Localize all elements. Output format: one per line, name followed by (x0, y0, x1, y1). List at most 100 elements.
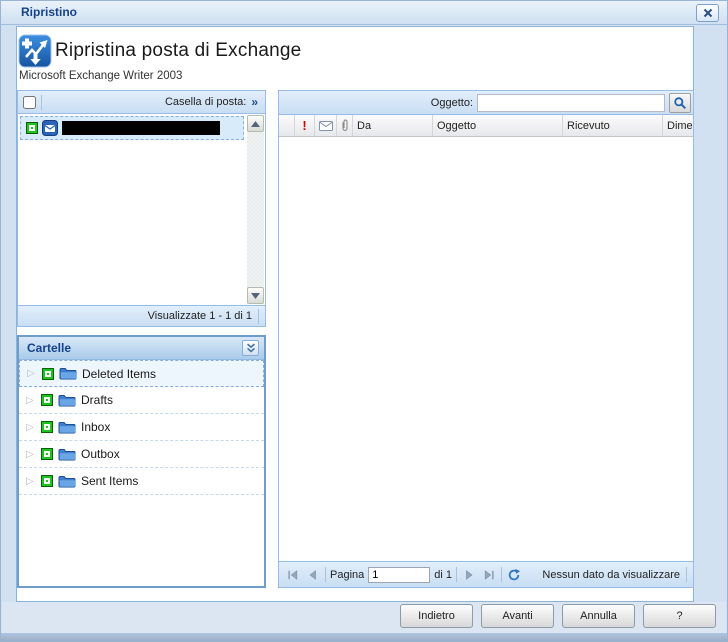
include-check-icon[interactable] (41, 448, 53, 460)
last-page-icon (483, 569, 495, 581)
folder-row-inbox[interactable]: ▷ Inbox (19, 414, 264, 441)
include-check-icon[interactable] (41, 475, 53, 487)
messages-panel: Oggetto: ! (278, 90, 694, 588)
folder-row-deleted-items[interactable]: ▷ Deleted Items (19, 360, 264, 387)
refresh-button[interactable] (506, 567, 522, 583)
content-area: Ripristina posta di Exchange Microsoft E… (16, 26, 694, 602)
help-button[interactable]: ? (643, 604, 716, 628)
column-attachment[interactable] (337, 115, 353, 136)
column-priority[interactable]: ! (295, 115, 315, 136)
folder-row-sent-items[interactable]: ▷ Sent Items (19, 468, 264, 495)
titlebar: Ripristino (1, 1, 727, 25)
pager-separator (686, 567, 687, 582)
expander-icon[interactable]: ▷ (26, 422, 36, 433)
previous-page-icon (307, 569, 319, 581)
collapse-panel-button[interactable] (242, 340, 259, 356)
previous-page-button[interactable] (305, 567, 321, 583)
window-title: Ripristino (21, 1, 77, 24)
mailbox-toolbar-label: Casella di posta: (165, 96, 246, 108)
folders-panel: Cartelle ▷ Deleted Items ▷ (17, 335, 266, 588)
mailbox-panel: Casella di posta: » (17, 90, 266, 327)
pager-status: Nessun dato da visualizzare (542, 567, 687, 582)
folder-icon (58, 475, 76, 488)
page-label: Pagina (330, 569, 364, 581)
scroll-down-button[interactable] (247, 287, 264, 304)
mailbox-toolbar: Casella di posta: » (18, 91, 265, 114)
column-da[interactable]: Da (353, 115, 433, 136)
next-page-button[interactable] (461, 567, 477, 583)
folder-label: Sent Items (81, 474, 138, 488)
mailbox-status-bar: Visualizzate 1 - 1 di 1 (18, 305, 265, 326)
column-message-type[interactable] (315, 115, 337, 136)
expander-icon[interactable]: ▷ (27, 368, 37, 379)
magnifier-icon (673, 96, 687, 110)
messages-toolbar: Oggetto: (279, 91, 693, 115)
close-button[interactable] (696, 4, 719, 22)
subject-search-input[interactable] (477, 94, 665, 112)
folder-icon (58, 394, 76, 407)
chevron-double-right-icon[interactable]: » (251, 95, 258, 109)
next-page-icon (463, 569, 475, 581)
folders-panel-header: Cartelle (19, 337, 264, 360)
first-page-icon (287, 569, 299, 581)
page-number-input[interactable] (368, 567, 430, 583)
first-page-button[interactable] (285, 567, 301, 583)
scroll-up-button[interactable] (247, 115, 264, 132)
arrow-up-icon (251, 121, 260, 127)
pager-separator (325, 567, 326, 582)
column-dimensione[interactable]: Dimen... (663, 115, 693, 136)
include-check-icon[interactable] (42, 368, 54, 380)
expander-icon[interactable]: ▷ (26, 449, 36, 460)
folder-row-drafts[interactable]: ▷ Drafts (19, 387, 264, 414)
priority-icon: ! (302, 118, 306, 133)
refresh-icon (507, 568, 521, 582)
redacted-mailbox-name (62, 121, 220, 135)
toolbar-separator (41, 95, 42, 110)
window-bottom-edge (1, 635, 727, 642)
cancel-button[interactable]: Annulla (562, 604, 635, 628)
exchange-restore-icon (18, 34, 52, 68)
back-button[interactable]: Indietro (400, 604, 473, 628)
folder-label: Outbox (81, 447, 120, 461)
arrow-down-icon (251, 293, 260, 299)
mailbox-row[interactable] (20, 116, 244, 140)
restore-dialog-window: Ripristino Ripristina posta di Exchange … (0, 0, 728, 642)
folder-label: Inbox (81, 420, 110, 434)
chevrons-down-icon (245, 342, 257, 354)
pager-separator (501, 567, 502, 582)
pager-empty-text: Nessun dato da visualizzare (542, 569, 680, 581)
folders-panel-title: Cartelle (27, 341, 71, 355)
folder-label: Deleted Items (82, 367, 156, 381)
mailbox-status-text: Visualizzate 1 - 1 di 1 (148, 310, 252, 322)
include-check-icon[interactable] (26, 122, 38, 134)
expander-icon[interactable]: ▷ (26, 476, 36, 487)
mailbox-list (18, 114, 265, 305)
status-separator (258, 309, 259, 324)
folder-row-outbox[interactable]: ▷ Outbox (19, 441, 264, 468)
search-button[interactable] (669, 93, 691, 113)
pager-separator (456, 567, 457, 582)
folder-icon (58, 448, 76, 461)
grid-body-empty (279, 137, 693, 561)
column-ricevuto[interactable]: Ricevuto (563, 115, 663, 136)
mailbox-icon (42, 120, 58, 136)
column-oggetto[interactable]: Oggetto (433, 115, 563, 136)
folder-icon (59, 367, 77, 380)
column-blank[interactable] (279, 115, 295, 136)
select-all-mailboxes-checkbox[interactable] (23, 96, 36, 109)
next-button[interactable]: Avanti (481, 604, 554, 628)
expander-icon[interactable]: ▷ (26, 395, 36, 406)
close-icon (702, 7, 714, 19)
folder-icon (58, 421, 76, 434)
paging-toolbar: Pagina di 1 (279, 561, 693, 587)
folder-label: Drafts (81, 393, 113, 407)
paperclip-icon (341, 119, 349, 132)
last-page-button[interactable] (481, 567, 497, 583)
envelope-icon (319, 121, 333, 131)
include-check-icon[interactable] (41, 394, 53, 406)
mailbox-scrollbar[interactable] (247, 115, 264, 304)
include-check-icon[interactable] (41, 421, 53, 433)
page-of-label: di 1 (434, 569, 452, 581)
page-subtitle: Microsoft Exchange Writer 2003 (19, 70, 182, 82)
page-title: Ripristina posta di Exchange (55, 40, 301, 62)
